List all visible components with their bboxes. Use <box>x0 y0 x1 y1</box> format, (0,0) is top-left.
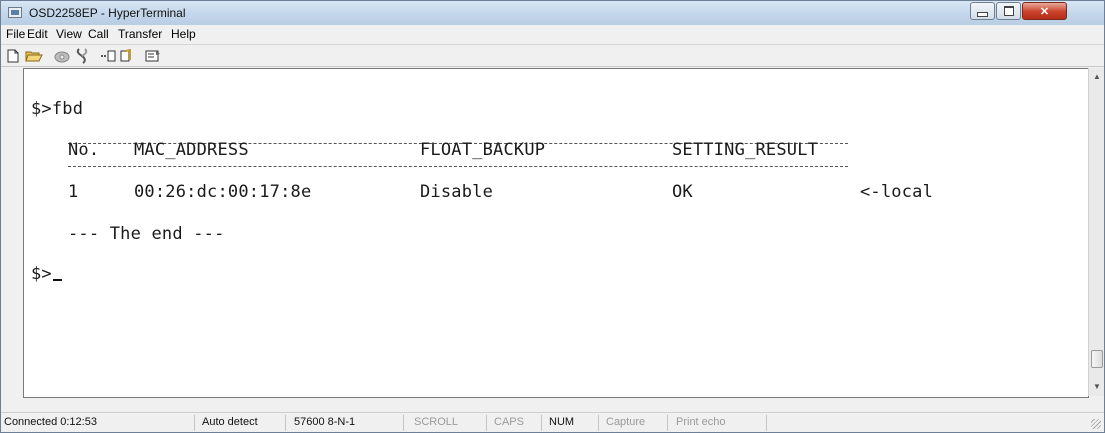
command-line: $>fbd <box>31 99 84 119</box>
scroll-up-arrow-icon[interactable]: ▲ <box>1089 68 1104 84</box>
menu-edit[interactable]: Edit <box>27 27 48 41</box>
minimize-icon <box>977 11 988 17</box>
menu-bar: File Edit View Call Transfer Help <box>1 25 1104 45</box>
send-icon[interactable] <box>99 47 117 64</box>
row-no: 1 <box>68 182 79 202</box>
status-bar: Connected 0:12:53 Auto detect 57600 8-N-… <box>1 412 1104 432</box>
status-divider <box>766 415 767 431</box>
receive-icon[interactable] <box>119 47 137 64</box>
status-num: NUM <box>549 416 575 428</box>
vertical-scrollbar[interactable]: ▲ ▼ <box>1088 68 1104 396</box>
menu-view[interactable]: View <box>56 27 82 41</box>
row-mac-address: 00:26:dc:00:17:8e <box>134 182 312 202</box>
status-detect: Auto detect <box>202 416 258 428</box>
status-divider <box>403 415 404 431</box>
terminal-screen[interactable]: $>fbd No. MAC_ADDRESS FLOAT_BACKUP SETTI… <box>23 68 1089 398</box>
status-capture: Capture <box>606 416 646 428</box>
end-line: --- The end --- <box>68 224 225 244</box>
menu-call[interactable]: Call <box>88 27 109 41</box>
dial-phone-icon[interactable] <box>52 47 72 64</box>
header-mac-address: MAC_ADDRESS <box>134 140 249 160</box>
table-header-separator <box>68 166 848 167</box>
disconnect-icon[interactable] <box>73 47 91 64</box>
title-bar[interactable]: OSD2258EP - HyperTerminal ✕ <box>1 1 1104 26</box>
text-cursor <box>52 279 62 281</box>
properties-icon[interactable] <box>144 47 162 64</box>
row-setting-result: OK <box>672 182 693 202</box>
prompt: $> <box>31 264 52 284</box>
new-document-icon[interactable] <box>5 47 21 64</box>
status-print-echo: Print echo <box>676 416 726 428</box>
maximize-icon <box>1003 6 1014 16</box>
window-title: OSD2258EP - HyperTerminal <box>29 6 186 20</box>
status-scroll: SCROLL <box>414 416 459 428</box>
open-folder-icon[interactable] <box>24 47 44 64</box>
maximize-button[interactable] <box>996 2 1021 20</box>
resize-grip-icon[interactable] <box>1091 419 1101 429</box>
header-float-backup: FLOAT_BACKUP <box>420 140 546 160</box>
row-float-backup: Disable <box>420 182 494 202</box>
status-connected: Connected 0:12:53 <box>4 416 97 428</box>
scroll-thumb[interactable] <box>1091 350 1103 368</box>
menu-help[interactable]: Help <box>171 27 196 41</box>
status-baud: 57600 8-N-1 <box>294 416 356 428</box>
close-icon: ✕ <box>1039 5 1050 18</box>
minimize-button[interactable] <box>970 2 995 20</box>
row-local-marker: <-local <box>860 182 934 202</box>
status-divider <box>285 415 286 431</box>
status-divider <box>194 415 195 431</box>
status-divider <box>667 415 668 431</box>
menu-file[interactable]: File <box>6 27 25 41</box>
close-button[interactable]: ✕ <box>1022 2 1067 20</box>
scroll-down-arrow-icon[interactable]: ▼ <box>1089 378 1104 394</box>
status-caps: CAPS <box>494 416 524 428</box>
hyperterminal-app-icon[interactable] <box>8 7 22 18</box>
menu-transfer[interactable]: Transfer <box>118 27 162 41</box>
status-divider <box>486 415 487 431</box>
prompt-line: $> <box>31 264 62 284</box>
hyperterminal-window: OSD2258EP - HyperTerminal ✕ File Edit Vi… <box>0 0 1105 433</box>
toolbar <box>1 45 1104 67</box>
header-setting-result: SETTING_RESULT <box>672 140 819 160</box>
status-divider <box>598 415 599 431</box>
header-no: No. <box>68 140 100 160</box>
status-divider <box>541 415 542 431</box>
